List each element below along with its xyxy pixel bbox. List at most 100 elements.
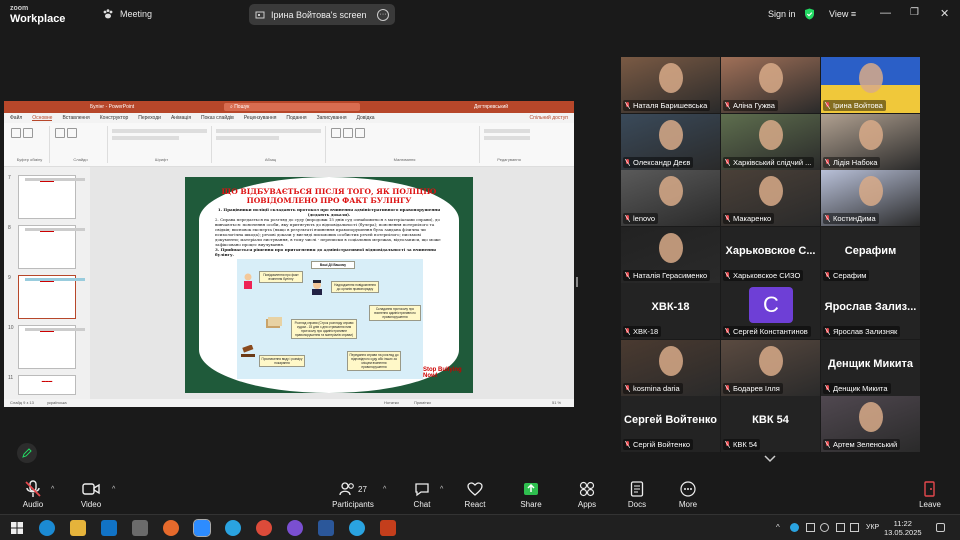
participants-options-caret[interactable]: ^ (383, 486, 386, 493)
file-explorer-icon[interactable] (70, 520, 86, 536)
ppt-share-button[interactable]: Спільний доступ (530, 115, 568, 121)
styles-icon[interactable] (355, 128, 365, 138)
tray-volume-icon[interactable] (850, 523, 859, 532)
ppt-tab-slideshow[interactable]: Показ слайдів (201, 115, 234, 121)
more-options-icon[interactable]: ··· (377, 8, 389, 21)
telegram-alt-icon[interactable] (349, 520, 365, 536)
participant-tile[interactable]: Лідія Набока (821, 114, 920, 170)
tray-mic-icon[interactable] (836, 523, 845, 532)
ppt-tab-animation[interactable]: Анімація (171, 115, 191, 121)
layout-icon[interactable] (67, 128, 77, 138)
input-language[interactable]: УКР (866, 524, 879, 531)
share-button[interactable]: Share (501, 478, 561, 509)
paste-icon[interactable] (11, 128, 21, 138)
mic-muted-icon (825, 215, 830, 222)
participant-tile[interactable]: Артем Зеленський (821, 396, 920, 452)
zoom-taskbar-icon[interactable] (193, 519, 211, 537)
notes-button[interactable]: Нотатки (384, 400, 399, 405)
windows-start-icon[interactable] (9, 520, 25, 536)
participant-tile[interactable]: Сергей Войтенко Сергій Войтенко (621, 396, 720, 452)
firefox-icon[interactable] (163, 520, 179, 536)
encryption-shield-icon[interactable] (804, 8, 815, 20)
participant-tile[interactable]: Денщик Микита Денщик Микита (821, 340, 920, 396)
viber-icon[interactable] (287, 520, 303, 536)
store-icon[interactable] (132, 520, 148, 536)
notifications-icon[interactable] (936, 523, 945, 532)
powerpoint-icon[interactable] (380, 520, 396, 536)
chevron-down-icon[interactable] (764, 455, 776, 463)
participant-face (759, 346, 783, 376)
ppt-tab-view[interactable]: Подання (286, 115, 306, 121)
participant-tile[interactable]: Харьковское С... Харьковское СИЗО (721, 227, 820, 283)
ppt-tab-transitions[interactable]: Переходи (138, 115, 161, 121)
ppt-tab-review[interactable]: Рецензування (244, 115, 277, 121)
restore-icon[interactable]: ❐ (910, 7, 919, 18)
arrange-icon[interactable] (343, 128, 353, 138)
new-slide-icon[interactable] (55, 128, 65, 138)
react-button[interactable]: React (445, 478, 505, 509)
word-icon[interactable] (318, 520, 334, 536)
chat-button[interactable]: Chat (392, 478, 452, 509)
ppt-tab-record[interactable]: Записування (317, 115, 347, 121)
participant-tile[interactable]: ХВК-18 ХВК-18 (621, 283, 720, 339)
zoom-level[interactable]: 51 % (552, 400, 561, 405)
language-status: українська (46, 400, 67, 405)
slide-thumb-11[interactable]: ▬▬▬ (18, 375, 76, 395)
participant-tile[interactable]: C Сергей Константинов (721, 283, 820, 339)
participant-tile[interactable]: kosmina daria (621, 340, 720, 396)
telegram-icon[interactable] (225, 520, 241, 536)
audio-options-caret[interactable]: ^ (51, 486, 54, 493)
edge-icon[interactable] (39, 520, 55, 536)
tray-telegram-icon[interactable] (790, 523, 799, 532)
participant-tile[interactable]: Олександр Деєв (621, 114, 720, 170)
audio-button[interactable]: Audio (3, 478, 63, 509)
shapes-icon[interactable] (331, 128, 341, 138)
view-menu[interactable]: View ≡ (829, 9, 856, 19)
slide-thumb-7[interactable]: ▬▬▬▬ (18, 175, 85, 219)
participant-tile[interactable]: Серафим Серафим (821, 227, 920, 283)
ppt-search-box[interactable]: ⌕ Пошук (224, 103, 360, 111)
participant-tile[interactable]: КВК 54 КВК 54 (721, 396, 820, 452)
meeting-menu[interactable]: Meeting (102, 8, 152, 20)
close-icon[interactable]: ✕ (940, 7, 949, 20)
screen-share-pill[interactable]: Ірина Войтова's screen ··· (249, 4, 395, 25)
participant-tile[interactable]: lenovo (621, 170, 720, 226)
ppt-tab-home[interactable]: Основне (32, 115, 53, 121)
slide-thumb-9[interactable]: ▬▬▬▬ (18, 275, 85, 319)
participant-tile[interactable]: Ярослав Зализ... Ярослав Зализняк (821, 283, 920, 339)
chrome-icon[interactable] (256, 520, 272, 536)
slide-thumb-8[interactable]: ▬▬▬▬ (18, 225, 85, 269)
participant-face (659, 63, 683, 93)
leave-button[interactable]: Leave (900, 478, 960, 509)
ppt-tab-design[interactable]: Конструктор (100, 115, 129, 121)
participant-name-label: Наталя Баришевська (623, 100, 711, 111)
participants-button[interactable]: 27 Participants (323, 478, 383, 509)
slide-thumb-10[interactable]: ▬▬▬▬ (18, 325, 85, 369)
video-button[interactable]: Video (61, 478, 121, 509)
chat-options-caret[interactable]: ^ (440, 486, 443, 493)
tray-network-icon[interactable] (820, 523, 829, 532)
participant-tile[interactable]: Аліна Гужва (721, 57, 820, 113)
tray-overflow-icon[interactable]: ^ (776, 523, 785, 532)
participant-tile[interactable]: Харківський слідчий ... (721, 114, 820, 170)
annotate-button[interactable] (17, 443, 37, 463)
more-button[interactable]: More (658, 478, 718, 509)
participant-tile[interactable]: Ірина Войтова (821, 57, 920, 113)
comments-button[interactable]: Примітки (414, 400, 431, 405)
video-options-caret[interactable]: ^ (112, 486, 115, 493)
participant-tile[interactable]: КостинДима (821, 170, 920, 226)
tray-display-icon[interactable] (806, 523, 815, 532)
cut-icon[interactable] (23, 128, 33, 138)
system-clock[interactable]: 11:22 13.05.2025 (884, 519, 922, 537)
sign-in-link[interactable]: Sign in (768, 9, 796, 19)
ppt-tab-help[interactable]: Довідка (357, 115, 375, 121)
participant-tile[interactable]: Бодарев Ілля (721, 340, 820, 396)
participant-tile[interactable]: Макаренко (721, 170, 820, 226)
participant-tile[interactable]: Наталія Герасименко (621, 227, 720, 283)
participant-tile[interactable]: Наталя Баришевська (621, 57, 720, 113)
ppt-tab-insert[interactable]: Вставлення (62, 115, 89, 121)
outlook-icon[interactable] (101, 520, 117, 536)
slide-point-2: 2. Справа передається на розгляд до суду… (215, 217, 441, 247)
minimize-icon[interactable]: — (880, 7, 891, 19)
ppt-tab-file[interactable]: Файл (10, 115, 22, 121)
